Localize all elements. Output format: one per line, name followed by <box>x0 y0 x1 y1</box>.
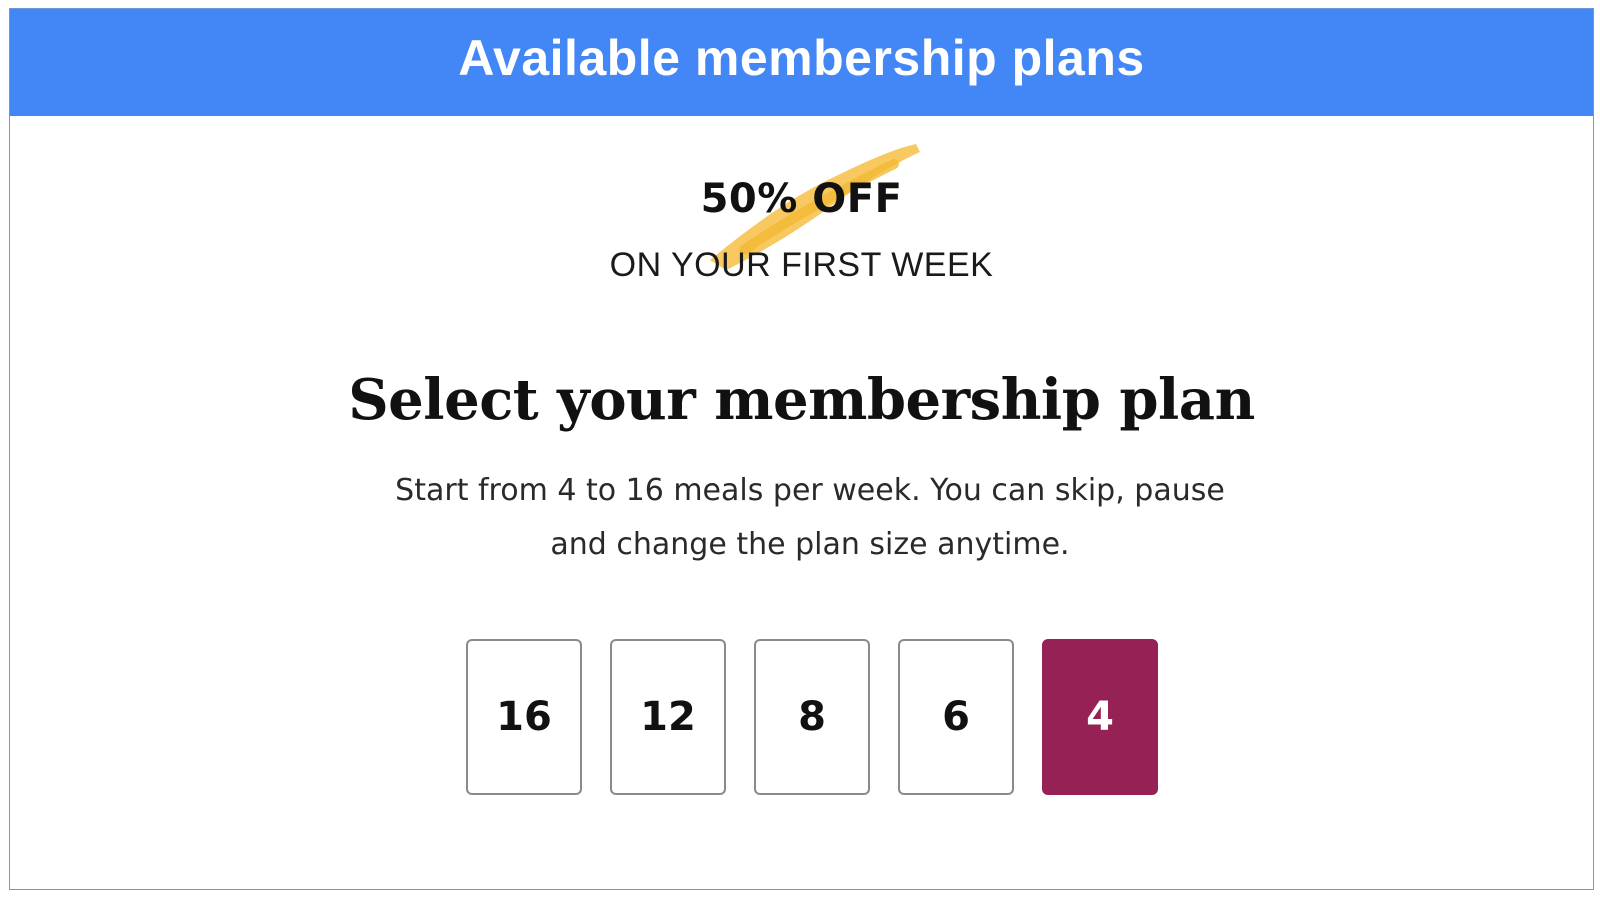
promo-banner: 50% OFF ON YOUR FIRST WEEK <box>10 134 1593 284</box>
plan-description-line-2: and change the plan size anytime. <box>550 527 1070 562</box>
meal-option-8[interactable]: 8 <box>754 639 870 795</box>
meal-option-6[interactable]: 6 <box>898 639 1014 795</box>
page-frame: Available membership plans 50% OFF ON YO… <box>9 8 1594 890</box>
promo-discount: 50% OFF <box>700 176 903 222</box>
meal-count-options: 16 12 8 6 4 <box>466 639 1158 795</box>
plan-description-line-1: Start from 4 to 16 meals per week. You c… <box>395 473 1225 508</box>
plan-headline: Select your membership plan <box>348 367 1255 433</box>
header-bar: Available membership plans <box>10 9 1593 116</box>
meal-option-16[interactable]: 16 <box>466 639 582 795</box>
header-title: Available membership plans <box>458 29 1145 86</box>
promo-detail: ON YOUR FIRST WEEK <box>609 246 994 284</box>
meal-option-4-selected[interactable]: 4 <box>1042 639 1158 795</box>
plan-description: Start from 4 to 16 meals per week. You c… <box>360 464 1260 572</box>
meal-option-12[interactable]: 12 <box>610 639 726 795</box>
